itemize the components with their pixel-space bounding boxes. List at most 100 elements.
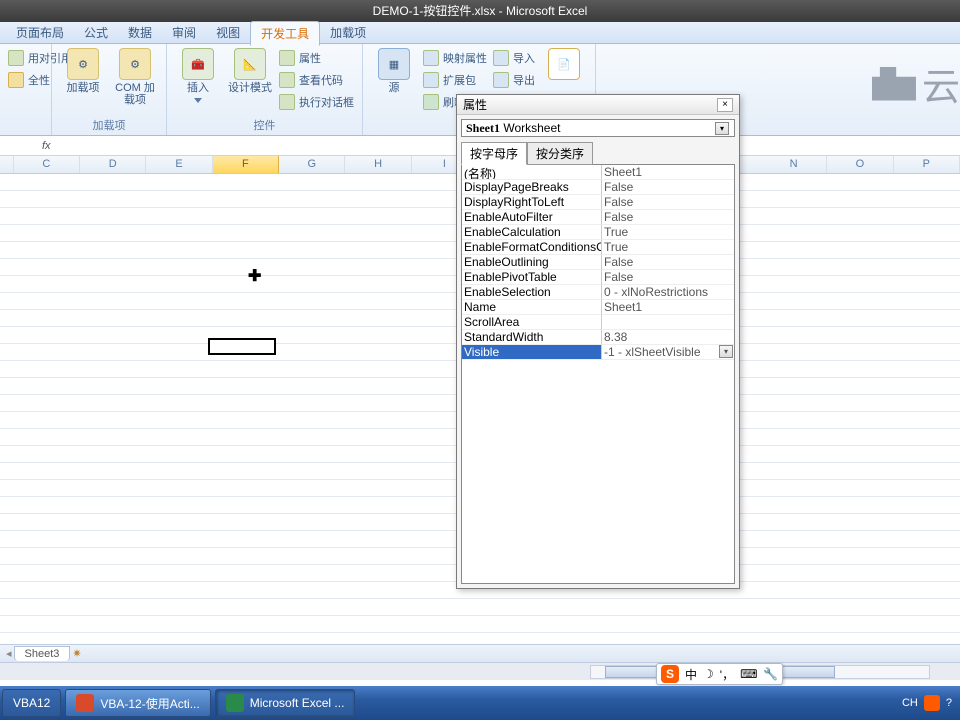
sogou-icon[interactable]: S	[661, 665, 679, 683]
run-dialog-button[interactable]: 执行对话框	[279, 92, 354, 112]
prop-value[interactable]: Sheet1	[602, 165, 734, 180]
col-head-n[interactable]: N	[761, 156, 827, 173]
status-scroll-row	[0, 662, 960, 680]
prop-key: EnablePivotTable	[462, 270, 602, 285]
col-head-d[interactable]: D	[80, 156, 146, 173]
addins-button[interactable]: ⚙加载项	[60, 48, 106, 94]
prop-row-displaypagebreaks[interactable]: DisplayPageBreaksFalse	[462, 180, 734, 195]
col-head-e[interactable]: E	[146, 156, 212, 173]
taskbar-ppt[interactable]: VBA-12-使用Acti...	[65, 689, 210, 717]
prop-value[interactable]: 8.38	[602, 330, 734, 345]
design-mode-button[interactable]: 📐设计模式	[227, 48, 273, 94]
prop-row-enableoutlining[interactable]: EnableOutliningFalse	[462, 255, 734, 270]
tab-data[interactable]: 数据	[118, 21, 162, 44]
prop-value[interactable]: True	[602, 225, 734, 240]
taskbar-vba12[interactable]: VBA12	[2, 689, 61, 717]
properties-object-combo[interactable]: Sheet1 Worksheet ▾	[461, 119, 735, 137]
prop-row-name[interactable]: NameSheet1	[462, 300, 734, 315]
col-head-p[interactable]: P	[894, 156, 960, 173]
expansion-packs[interactable]: 扩展包	[423, 70, 487, 90]
prop-value[interactable]: Sheet1	[602, 300, 734, 315]
prop-value[interactable]: -1 - xlSheetVisible▾	[602, 345, 734, 360]
prop-row-[interactable]: (名称)Sheet1	[462, 165, 734, 180]
prop-value[interactable]	[602, 315, 734, 330]
properties-window[interactable]: 属性 × Sheet1 Worksheet ▾ 按字母序 按分类序 (名称)Sh…	[456, 94, 740, 589]
prop-row-displayrighttoleft[interactable]: DisplayRightToLeftFalse	[462, 195, 734, 210]
properties-list[interactable]: (名称)Sheet1DisplayPageBreaksFalseDisplayR…	[461, 164, 735, 584]
macro-security[interactable]: 全性	[8, 70, 50, 90]
group-addins-label: 加载项	[60, 115, 158, 133]
col-head-h[interactable]: H	[345, 156, 411, 173]
sheet-tab-bar[interactable]: ◂ Sheet3 ✷	[0, 644, 960, 662]
new-sheet-icon[interactable]: ✷	[72, 647, 81, 660]
tab-addins[interactable]: 加载项	[320, 21, 376, 44]
prop-key: EnableOutlining	[462, 255, 602, 270]
prop-row-standardwidth[interactable]: StandardWidth8.38	[462, 330, 734, 345]
combo-dropdown-icon[interactable]: ▾	[715, 122, 729, 135]
col-head-g[interactable]: G	[279, 156, 345, 173]
prop-key: DisplayPageBreaks	[462, 180, 602, 195]
group-controls-label: 控件	[175, 115, 354, 133]
ime-soft-keyboard-icon[interactable]: ⌨	[740, 667, 757, 681]
tab-developer[interactable]: 开发工具	[250, 21, 320, 46]
prop-row-enableformatconditionsca[interactable]: EnableFormatConditionsCaTrue	[462, 240, 734, 255]
properties-close-button[interactable]: ×	[717, 98, 733, 112]
ime-menu-icon[interactable]: 🔧	[763, 667, 778, 681]
tray-ch[interactable]: CH	[902, 697, 918, 709]
sheet-tab-sheet3[interactable]: Sheet3	[14, 646, 71, 661]
prop-key: EnableFormatConditionsCa	[462, 240, 602, 255]
tab-alphabetic[interactable]: 按字母序	[461, 142, 527, 165]
cell-selection[interactable]	[208, 338, 276, 355]
tray-sogou-icon[interactable]	[924, 695, 940, 711]
ime-moon-icon[interactable]: ☽	[703, 667, 714, 681]
tray-question-icon[interactable]: ?	[946, 697, 952, 709]
prop-value[interactable]: False	[602, 255, 734, 270]
col-head-o[interactable]: O	[827, 156, 893, 173]
tab-categorized[interactable]: 按分类序	[527, 142, 593, 165]
prop-key: EnableCalculation	[462, 225, 602, 240]
prop-value[interactable]: 0 - xlNoRestrictions	[602, 285, 734, 300]
map-properties[interactable]: 映射属性	[423, 48, 487, 68]
prop-row-enableautofilter[interactable]: EnableAutoFilterFalse	[462, 210, 734, 225]
prop-value[interactable]: False	[602, 180, 734, 195]
prop-row-enableselection[interactable]: EnableSelection0 - xlNoRestrictions	[462, 285, 734, 300]
prop-value-dropdown-icon[interactable]: ▾	[719, 345, 733, 358]
prop-row-enablecalculation[interactable]: EnableCalculationTrue	[462, 225, 734, 240]
insert-button[interactable]: 🧰插入	[175, 48, 221, 106]
taskbar-excel[interactable]: Microsoft Excel ...	[215, 689, 356, 717]
view-code-button[interactable]: 查看代码	[279, 70, 354, 90]
properties-button[interactable]: 属性	[279, 48, 354, 68]
source-button[interactable]: ▦源	[371, 48, 417, 94]
prop-key: DisplayRightToLeft	[462, 195, 602, 210]
prop-row-scrollarea[interactable]: ScrollArea	[462, 315, 734, 330]
tab-pagelayout[interactable]: 页面布局	[6, 21, 74, 44]
prop-key: ScrollArea	[462, 315, 602, 330]
col-head-blank[interactable]	[0, 156, 14, 173]
prop-row-enablepivottable[interactable]: EnablePivotTableFalse	[462, 270, 734, 285]
col-head-f[interactable]: F	[213, 156, 279, 173]
doc-panel-button[interactable]: 📄	[541, 48, 587, 82]
tab-formulas[interactable]: 公式	[74, 21, 118, 44]
sheet-nav-icon[interactable]: ◂	[6, 647, 12, 660]
ime-punct[interactable]: '，	[720, 666, 734, 683]
prop-value[interactable]: False	[602, 210, 734, 225]
prop-value[interactable]: False	[602, 195, 734, 210]
system-tray[interactable]: CH ?	[902, 695, 960, 711]
windows-taskbar[interactable]: VBA12 VBA-12-使用Acti... Microsoft Excel .…	[0, 686, 960, 720]
properties-title-text: 属性	[463, 96, 487, 113]
prop-key: StandardWidth	[462, 330, 602, 345]
prop-value[interactable]: False	[602, 270, 734, 285]
prop-value[interactable]: True	[602, 240, 734, 255]
properties-titlebar[interactable]: 属性 ×	[457, 95, 739, 115]
import-button[interactable]: 导入	[493, 48, 535, 68]
prop-row-visible[interactable]: Visible-1 - xlSheetVisible▾	[462, 345, 734, 360]
com-addins-button[interactable]: ⚙COM 加载项	[112, 48, 158, 106]
window-titlebar: DEMO-1-按钮控件.xlsx - Microsoft Excel	[0, 0, 960, 22]
col-head-c[interactable]: C	[14, 156, 80, 173]
tab-review[interactable]: 审阅	[162, 21, 206, 44]
tab-view[interactable]: 视图	[206, 21, 250, 44]
export-button[interactable]: 导出	[493, 70, 535, 90]
ime-toolbar[interactable]: S 中 ☽ '， ⌨ 🔧	[656, 663, 783, 685]
ime-zh[interactable]: 中	[685, 666, 697, 683]
prop-key: Name	[462, 300, 602, 315]
